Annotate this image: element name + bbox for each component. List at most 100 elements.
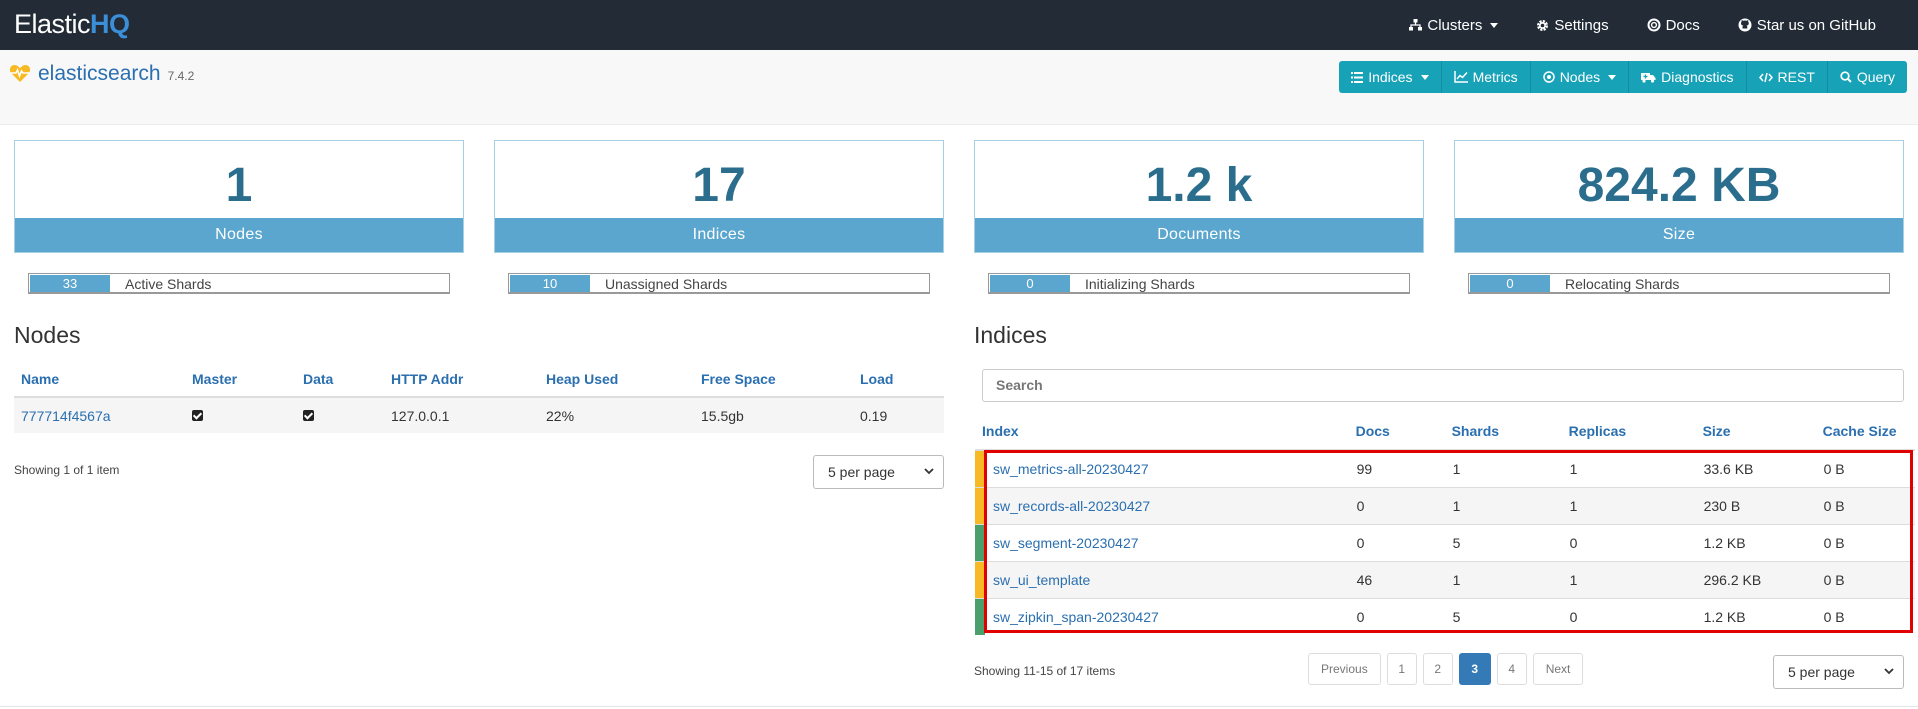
metrics-button-label: Metrics: [1472, 69, 1518, 85]
indices-button-label: Indices: [1368, 69, 1413, 85]
brand-hq: HQ: [90, 9, 130, 39]
shard-label: Initializing Shards: [1085, 276, 1195, 292]
size-cell: 296.2 KB: [1695, 560, 1816, 598]
health-indicator-yellow: [975, 449, 985, 487]
table-row: 777714f4567a 127.0.0.1 22% 15.5gb 0.19: [14, 397, 944, 433]
top-navbar: ElasticHQ Clusters Settings Docs Star us…: [0, 0, 1918, 50]
index-name-link[interactable]: sw_zipkin_span-20230427: [993, 609, 1159, 625]
gear-icon: [1537, 19, 1549, 31]
column-header[interactable]: Name: [14, 362, 185, 398]
app-logo[interactable]: ElasticHQ: [14, 9, 130, 40]
index-name-link[interactable]: sw_ui_template: [993, 572, 1090, 588]
shard-label: Active Shards: [125, 276, 212, 292]
clusters-label: Clusters: [1427, 16, 1483, 34]
pagination-previous[interactable]: Previous: [1308, 653, 1381, 685]
column-header[interactable]: Master: [185, 362, 296, 398]
docs-link[interactable]: Docs: [1647, 17, 1700, 34]
github-link[interactable]: Star us on GitHub: [1738, 17, 1876, 34]
index-name-link[interactable]: sw_records-all-20230427: [993, 498, 1150, 514]
pagination-page-3[interactable]: 3: [1458, 653, 1491, 685]
select-value: 5 per page: [828, 464, 895, 480]
stat-value: 17: [692, 159, 746, 212]
dot-circle-icon: [1542, 71, 1555, 83]
docs-label: Docs: [1665, 16, 1700, 34]
github-label: Star us on GitHub: [1756, 16, 1876, 34]
pagination-next[interactable]: Next: [1532, 653, 1584, 685]
column-header[interactable]: Replicas: [1561, 412, 1696, 451]
shard-label: Relocating Shards: [1565, 276, 1680, 292]
size-cell: 1.2 KB: [1695, 523, 1816, 561]
column-header[interactable]: Docs: [1348, 412, 1445, 451]
diagnostics-button[interactable]: Diagnostics: [1629, 61, 1747, 93]
stat-label: Documents: [975, 218, 1423, 252]
master-cell: [185, 397, 296, 433]
chevron-down-icon: [924, 468, 934, 475]
column-header[interactable]: Cache Size: [1815, 412, 1915, 451]
search-icon: [1840, 71, 1852, 83]
pagination-page-1[interactable]: 1: [1386, 653, 1417, 685]
table-row: sw_zipkin_span-20230427 0 5 0 1.2 KB 0 B: [975, 597, 1915, 635]
nav-links: Clusters Settings Docs Star us on GitHub: [1409, 0, 1918, 50]
health-indicator-green: [975, 523, 985, 561]
stat-card-documents: 1.2 k Documents: [974, 140, 1424, 253]
relocating-shards-bar: 0 Relocating Shards: [1468, 273, 1890, 294]
size-cell: 1.2 KB: [1695, 597, 1816, 635]
size-cell: 230 B: [1695, 486, 1816, 524]
index-name-link[interactable]: sw_metrics-all-20230427: [993, 461, 1149, 477]
brand-main: Elastic: [14, 9, 91, 39]
column-header[interactable]: Free Space: [694, 362, 853, 398]
column-header[interactable]: Load: [853, 362, 944, 398]
shard-label: Unassigned Shards: [605, 276, 728, 292]
shards-cell: 5: [1444, 597, 1562, 635]
replicas-cell: 0: [1561, 523, 1696, 561]
docs-cell: 0: [1348, 597, 1445, 635]
replicas-cell: 1: [1561, 486, 1696, 524]
column-header[interactable]: Heap Used: [539, 362, 694, 398]
active-shards-bar: 33 Active Shards: [28, 273, 450, 294]
indices-search-input[interactable]: Search: [982, 369, 1904, 402]
cache-size-cell: 0 B: [1815, 523, 1915, 561]
metrics-button[interactable]: Metrics: [1441, 61, 1531, 93]
cluster-version: 7.4.2: [167, 69, 195, 83]
rest-button-label: REST: [1777, 69, 1815, 85]
column-header[interactable]: HTTP Addr: [384, 362, 539, 398]
indices-showing-count: Showing 11-15 of 17 items: [974, 664, 1116, 678]
stat-card-size: 824.2 KB Size: [1454, 140, 1904, 253]
nodes-showing-count: Showing 1 of 1 item: [14, 463, 120, 477]
clusters-dropdown[interactable]: Clusters: [1409, 16, 1499, 34]
github-icon: [1738, 18, 1752, 32]
sitemap-icon: [1409, 19, 1423, 31]
column-header[interactable]: Size: [1695, 412, 1816, 451]
nodes-button[interactable]: Nodes: [1530, 61, 1630, 93]
http-addr-cell: 127.0.0.1: [384, 397, 539, 433]
column-header[interactable]: Shards: [1444, 412, 1562, 451]
replicas-cell: 0: [1561, 597, 1696, 635]
chevron-down-icon: [1884, 668, 1894, 675]
stat-value: 1.2 k: [1145, 159, 1253, 212]
life-ring-icon: [1647, 18, 1661, 32]
settings-link[interactable]: Settings: [1536, 17, 1609, 34]
cluster-name[interactable]: elasticsearch: [38, 62, 161, 86]
docs-cell: 0: [1348, 486, 1445, 524]
shards-cell: 1: [1444, 486, 1562, 524]
pagination-page-2[interactable]: 2: [1422, 653, 1453, 685]
shard-count: 0: [990, 275, 1070, 292]
node-name-cell: 777714f4567a: [14, 397, 185, 433]
column-header[interactable]: Data: [296, 362, 384, 398]
check-square-icon: [303, 409, 314, 421]
nodes-button-label: Nodes: [1559, 69, 1601, 85]
data-cell: [296, 397, 384, 433]
node-name-link[interactable]: 777714f4567a: [21, 408, 111, 424]
pagination-page-4[interactable]: 4: [1496, 653, 1527, 685]
list-icon: [1351, 71, 1364, 83]
indices-per-page-select[interactable]: 5 per page: [1773, 655, 1904, 689]
nodes-per-page-select[interactable]: 5 per page: [813, 455, 944, 489]
rest-button[interactable]: REST: [1746, 61, 1828, 93]
query-button[interactable]: Query: [1827, 61, 1907, 93]
indices-button[interactable]: Indices: [1339, 61, 1442, 93]
cluster-title: elasticsearch 7.4.2: [9, 61, 194, 86]
stat-card-nodes: 1 Nodes: [14, 140, 464, 253]
column-header[interactable]: Index: [975, 412, 1349, 451]
caret-down-icon: [1420, 74, 1429, 80]
index-name-link[interactable]: sw_segment-20230427: [993, 535, 1139, 551]
